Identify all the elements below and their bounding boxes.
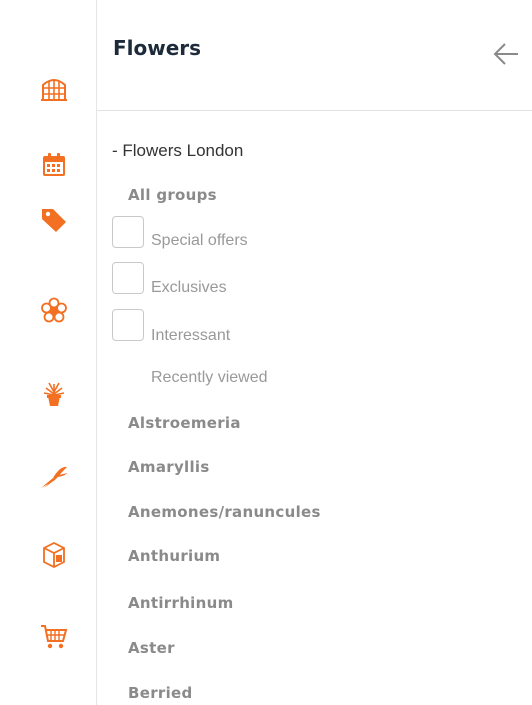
interessant-checkbox[interactable] [112,309,144,341]
page-title: Flowers [113,36,202,60]
interessant-label[interactable]: Interessant [151,327,230,345]
group-item[interactable]: Berried [128,684,193,702]
panel-header: Flowers [97,0,532,111]
group-item[interactable]: Alstroemeria [128,414,241,432]
pruning-shears-icon[interactable] [40,462,68,490]
box-icon[interactable] [40,540,68,568]
tag-icon[interactable] [40,206,68,234]
cart-icon[interactable] [40,622,68,650]
recently-viewed-item[interactable]: Recently viewed [151,369,268,387]
group-item[interactable]: Amaryllis [128,458,210,476]
group-item[interactable]: Aster [128,639,175,657]
company-name[interactable]: - Flowers London [112,141,243,161]
exclusives-label[interactable]: Exclusives [151,279,227,297]
group-item[interactable]: Anthurium [128,547,220,565]
exclusives-checkbox[interactable] [112,262,144,294]
back-button[interactable] [490,38,522,70]
special-offers-label[interactable]: Special offers [151,232,248,250]
potted-plant-icon[interactable] [40,380,68,408]
special-offers-checkbox[interactable] [112,216,144,248]
greenhouse-icon[interactable] [40,74,68,102]
group-filter-list: - Flowers London All groups Special offe… [97,110,532,705]
calendar-icon[interactable] [40,151,68,179]
all-groups-item[interactable]: All groups [128,186,217,204]
arrow-left-icon [493,43,518,65]
flower-icon[interactable] [40,297,68,325]
icon-rail [0,0,97,705]
group-item[interactable]: Anemones/ranuncules [128,503,321,521]
group-item[interactable]: Antirrhinum [128,594,234,612]
